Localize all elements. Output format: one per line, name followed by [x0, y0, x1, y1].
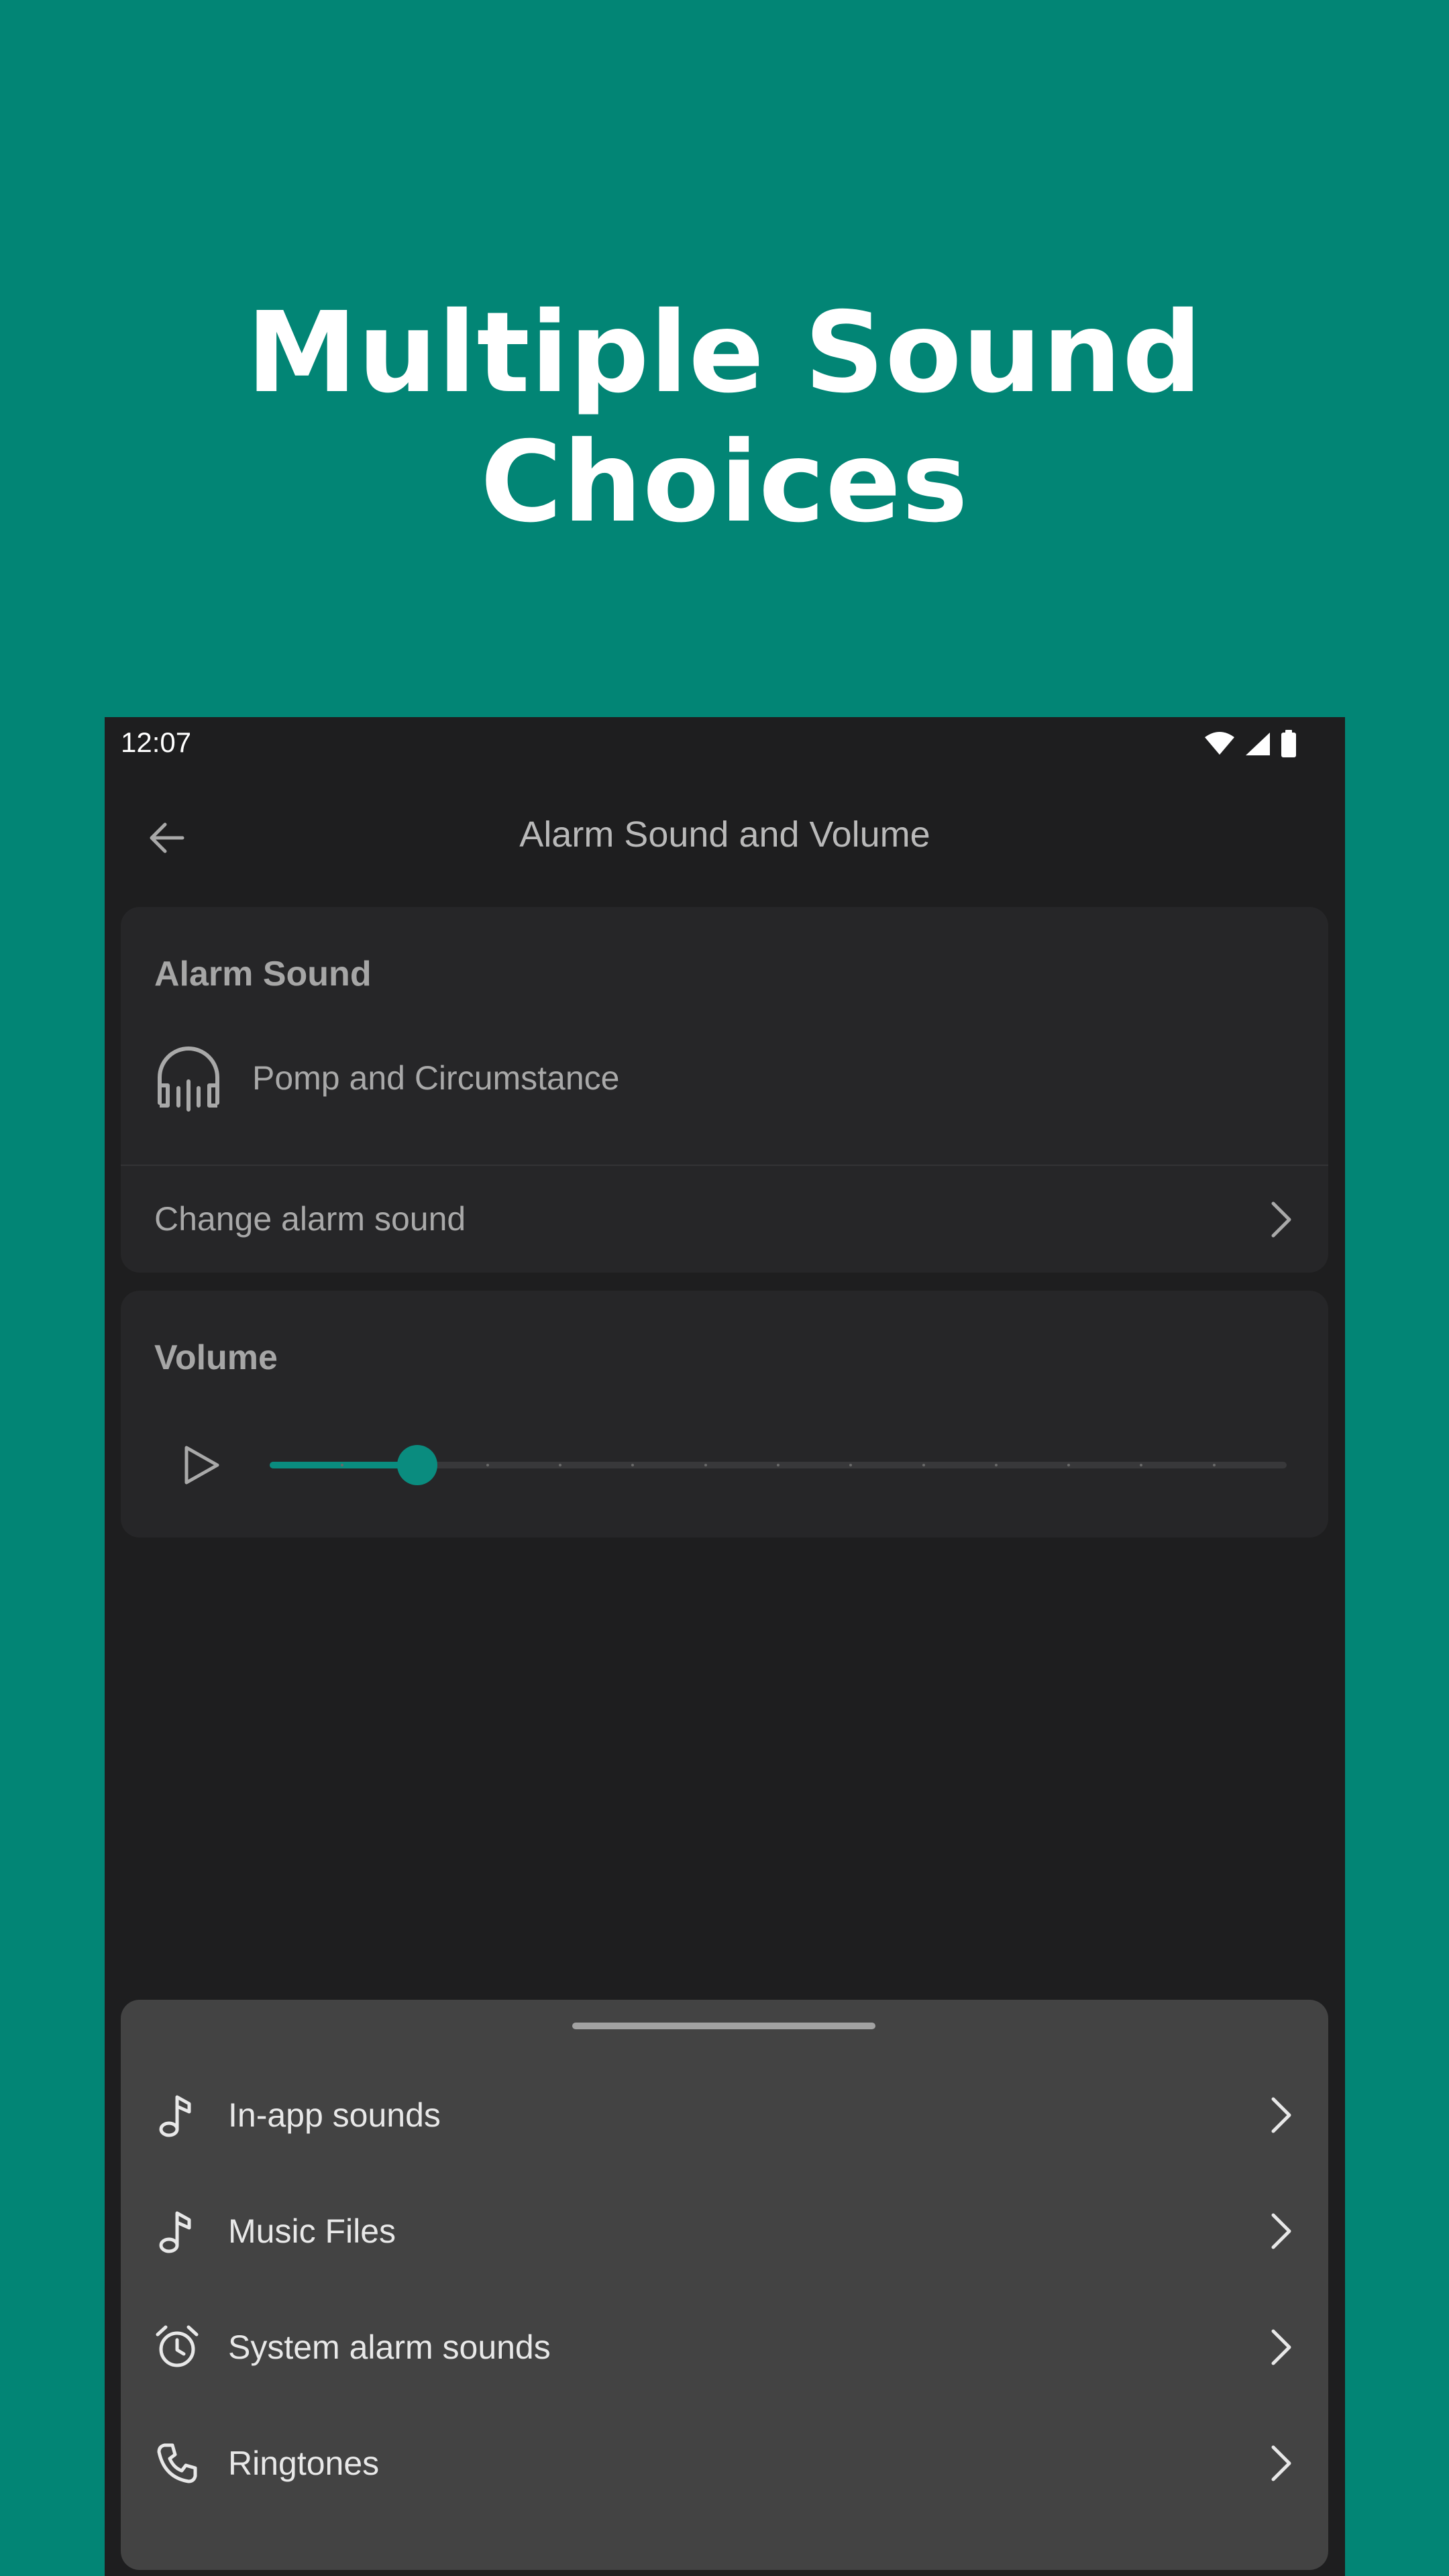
volume-card: Volume — [121, 1291, 1328, 1538]
phone-screen: 12:07 Alarm Sound and Volume Alarm Sound — [105, 717, 1345, 2576]
alarm-sound-card: Alarm Sound Pomp and Circumstance Change… — [121, 907, 1328, 1273]
battery-icon — [1281, 730, 1296, 757]
chevron-right-icon — [1271, 2329, 1291, 2365]
phone-icon — [153, 2439, 201, 2487]
alarm-clock-icon — [153, 2323, 201, 2371]
play-icon — [184, 1446, 219, 1485]
headphones-icon — [158, 1046, 219, 1112]
sheet-item-label: Ringtones — [228, 2445, 380, 2482]
wifi-icon — [1205, 732, 1234, 755]
slider-thumb[interactable] — [396, 1445, 437, 1485]
page-title: Alarm Sound and Volume — [519, 814, 930, 855]
change-alarm-sound-button[interactable]: Change alarm sound — [121, 1166, 1328, 1273]
sheet-item-label: Music Files — [228, 2212, 396, 2250]
chevron-right-icon — [1271, 2213, 1291, 2249]
arrow-left-icon — [150, 822, 184, 853]
sheet-item-label: In-app sounds — [228, 2096, 441, 2134]
music-note-icon — [153, 2091, 201, 2139]
signal-icon — [1246, 733, 1270, 755]
slider-tick — [704, 1464, 707, 1466]
chevron-right-icon — [1271, 1201, 1291, 1237]
chevron-right-icon — [1271, 2445, 1291, 2481]
slider-tick — [777, 1464, 780, 1466]
sheet-drag-handle[interactable] — [572, 2023, 875, 2029]
chevron-right-icon — [1271, 2097, 1291, 2133]
slider-tick — [486, 1464, 489, 1466]
sheet-item-music-files[interactable]: Music Files — [121, 2174, 1328, 2289]
change-alarm-sound-label: Change alarm sound — [154, 1200, 466, 1238]
volume-heading: Volume — [154, 1338, 278, 1377]
alarm-sound-heading: Alarm Sound — [154, 955, 372, 994]
volume-slider[interactable] — [270, 1445, 1287, 1485]
current-sound-row: Pomp and Circumstance — [154, 1041, 619, 1115]
status-bar: 12:07 — [105, 717, 1345, 769]
slider-tick — [1212, 1464, 1216, 1466]
slider-tick — [922, 1464, 925, 1466]
promo-headline: Multiple Sound Choices — [246, 288, 1203, 547]
sheet-item-system-alarm-sounds[interactable]: System alarm sounds — [121, 2290, 1328, 2405]
sheet-item-ringtones[interactable]: Ringtones — [121, 2406, 1328, 2521]
play-preview-button[interactable] — [174, 1438, 228, 1492]
top-app-bar: Alarm Sound and Volume — [105, 791, 1345, 878]
status-icons — [1204, 729, 1297, 759]
sound-source-sheet: In-app sounds Music Files System alarm s… — [121, 2000, 1328, 2570]
sheet-item-label: System alarm sounds — [228, 2328, 551, 2366]
music-note-icon — [153, 2207, 201, 2255]
sheet-item-in-app-sounds[interactable]: In-app sounds — [121, 2057, 1328, 2173]
current-sound-name: Pomp and Circumstance — [252, 1059, 620, 1097]
slider-tick — [994, 1464, 998, 1466]
back-button[interactable] — [140, 811, 193, 865]
status-time: 12:07 — [121, 727, 192, 758]
